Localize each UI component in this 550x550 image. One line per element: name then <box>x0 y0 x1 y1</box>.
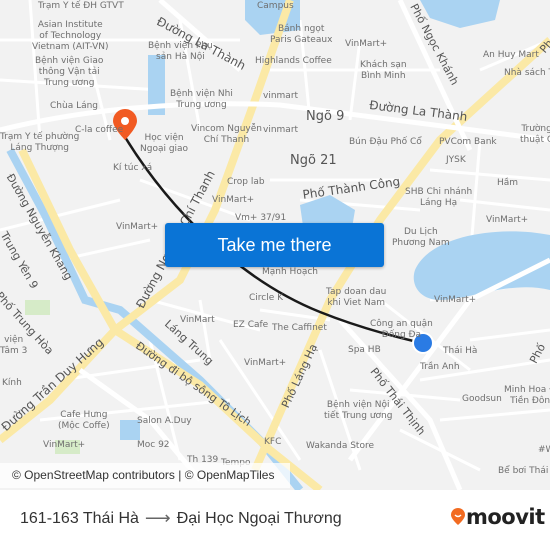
poi-label: Vincom Nguyễn Chí Thanh <box>191 124 262 145</box>
poi-label: VinMart <box>180 315 215 325</box>
road-label: Ngõ 9 <box>306 109 345 124</box>
poi-label: SHB Chi nhánh Láng Hạ <box>405 187 473 208</box>
poi-label: VinMart+ <box>434 295 477 305</box>
poi-label: Thái Hà <box>443 346 478 356</box>
poi-label: VinMart+ <box>486 215 529 225</box>
take-me-there-button[interactable]: Take me there <box>165 223 384 267</box>
destination-name: Đại Học Ngoại Thương <box>176 509 342 527</box>
poi-label: EZ Cafe <box>233 320 269 330</box>
poi-label: Công an quận Đống Đa <box>370 319 433 340</box>
poi-label: Trần Anh <box>420 362 460 372</box>
poi-label: Highlands Coffee <box>255 56 332 66</box>
poi-label: Hầm <box>497 178 519 188</box>
poi-label: Mạnh Hoạch <box>262 267 318 277</box>
poi-label: PVCom Bank <box>439 137 497 147</box>
poi-label: Khách sạn Bình Minh <box>360 60 407 81</box>
park <box>25 300 50 315</box>
poi-label: Tap doan dau khi Viet Nam <box>326 287 387 308</box>
poi-label: #W <box>538 445 550 455</box>
poi-label: Bệnh viện Giao thông Vận tải Trung ương <box>35 56 104 88</box>
origin-name: 161-163 Thái Hà <box>20 509 139 527</box>
poi-label: VinMart+ <box>116 222 159 232</box>
poi-label: Du Lịch Phương Nam <box>392 227 450 248</box>
poi-label: Wakanda Store <box>306 441 374 451</box>
poi-label: Campus <box>257 1 294 11</box>
poi-label: Minh Hoa ĐTiền Đôn <box>504 385 550 406</box>
poi-label: Spa HB <box>348 345 381 355</box>
route-title: 161-163 Thái Hà ⟶ Đại Học Ngoại Thương <box>20 508 342 529</box>
poi-label: VinMart+ <box>345 39 388 49</box>
poi-label: C-la coffee <box>75 125 124 135</box>
poi-label: Kính <box>2 378 22 388</box>
road-label: Ngõ 21 <box>290 153 337 168</box>
poi-label: Bánh ngọt Paris Gateaux <box>270 24 333 45</box>
poi-label: Crop lab <box>227 177 265 187</box>
poi-label: VinMart+ <box>43 440 86 450</box>
poi-label: VinMart+ <box>244 358 287 368</box>
poi-label: vinmart <box>263 125 299 135</box>
poi-label: Bể bơi Thái H <box>498 466 550 476</box>
poi-label: The Caffinet <box>272 323 327 333</box>
map-attribution[interactable]: © OpenStreetMap contributors | © OpenMap… <box>0 463 290 488</box>
poi-label: VinMart+ <box>212 195 255 205</box>
poi-label: Chùa Láng <box>50 101 99 111</box>
poi-label: Moc 92 <box>137 440 170 450</box>
poi-label: Bún Đậu Phố Cổ <box>349 137 422 147</box>
moovit-pin-icon <box>451 508 465 525</box>
poi-label: Asian Institute of Technology Vietnam (AIT… <box>32 20 109 52</box>
lake-northeast <box>420 0 500 28</box>
poi-label: Học viện Ngoại giao <box>140 133 189 154</box>
poi-label: An Huy Mart <box>483 50 539 60</box>
poi-label: Kí túc xá <box>113 163 153 173</box>
poi-label: Bệnh viện Nội tiết Trung ương <box>324 400 393 421</box>
poi-label: Salon A.Duy <box>137 416 192 426</box>
poi-label: Circle K <box>249 293 284 303</box>
poi-label: Bệnh viện Nhi Trung ương <box>170 89 233 110</box>
poi-label: Trạm Y tế ĐH GTVT <box>38 1 124 11</box>
poi-label: Nhà sách Tr <box>504 68 550 78</box>
moovit-logo[interactable]: moovit <box>450 505 545 529</box>
poi-label: Cafe Hưng (Mộc Coffe) <box>58 410 110 431</box>
poi-label: viện Tâm 3 <box>0 335 28 356</box>
poi-label: vinmart <box>263 91 299 101</box>
moovit-wordmark: moovit <box>466 505 545 529</box>
poi-label: Goodsun <box>462 394 502 404</box>
arrow-right-icon: ⟶ <box>144 508 171 528</box>
poi-label: Trạm Y tế phường Láng Thượng <box>0 132 80 153</box>
poi-label: JYSK <box>446 155 466 165</box>
poi-label: Trường thuật C <box>520 124 550 145</box>
poi-label: KFC <box>264 437 282 447</box>
